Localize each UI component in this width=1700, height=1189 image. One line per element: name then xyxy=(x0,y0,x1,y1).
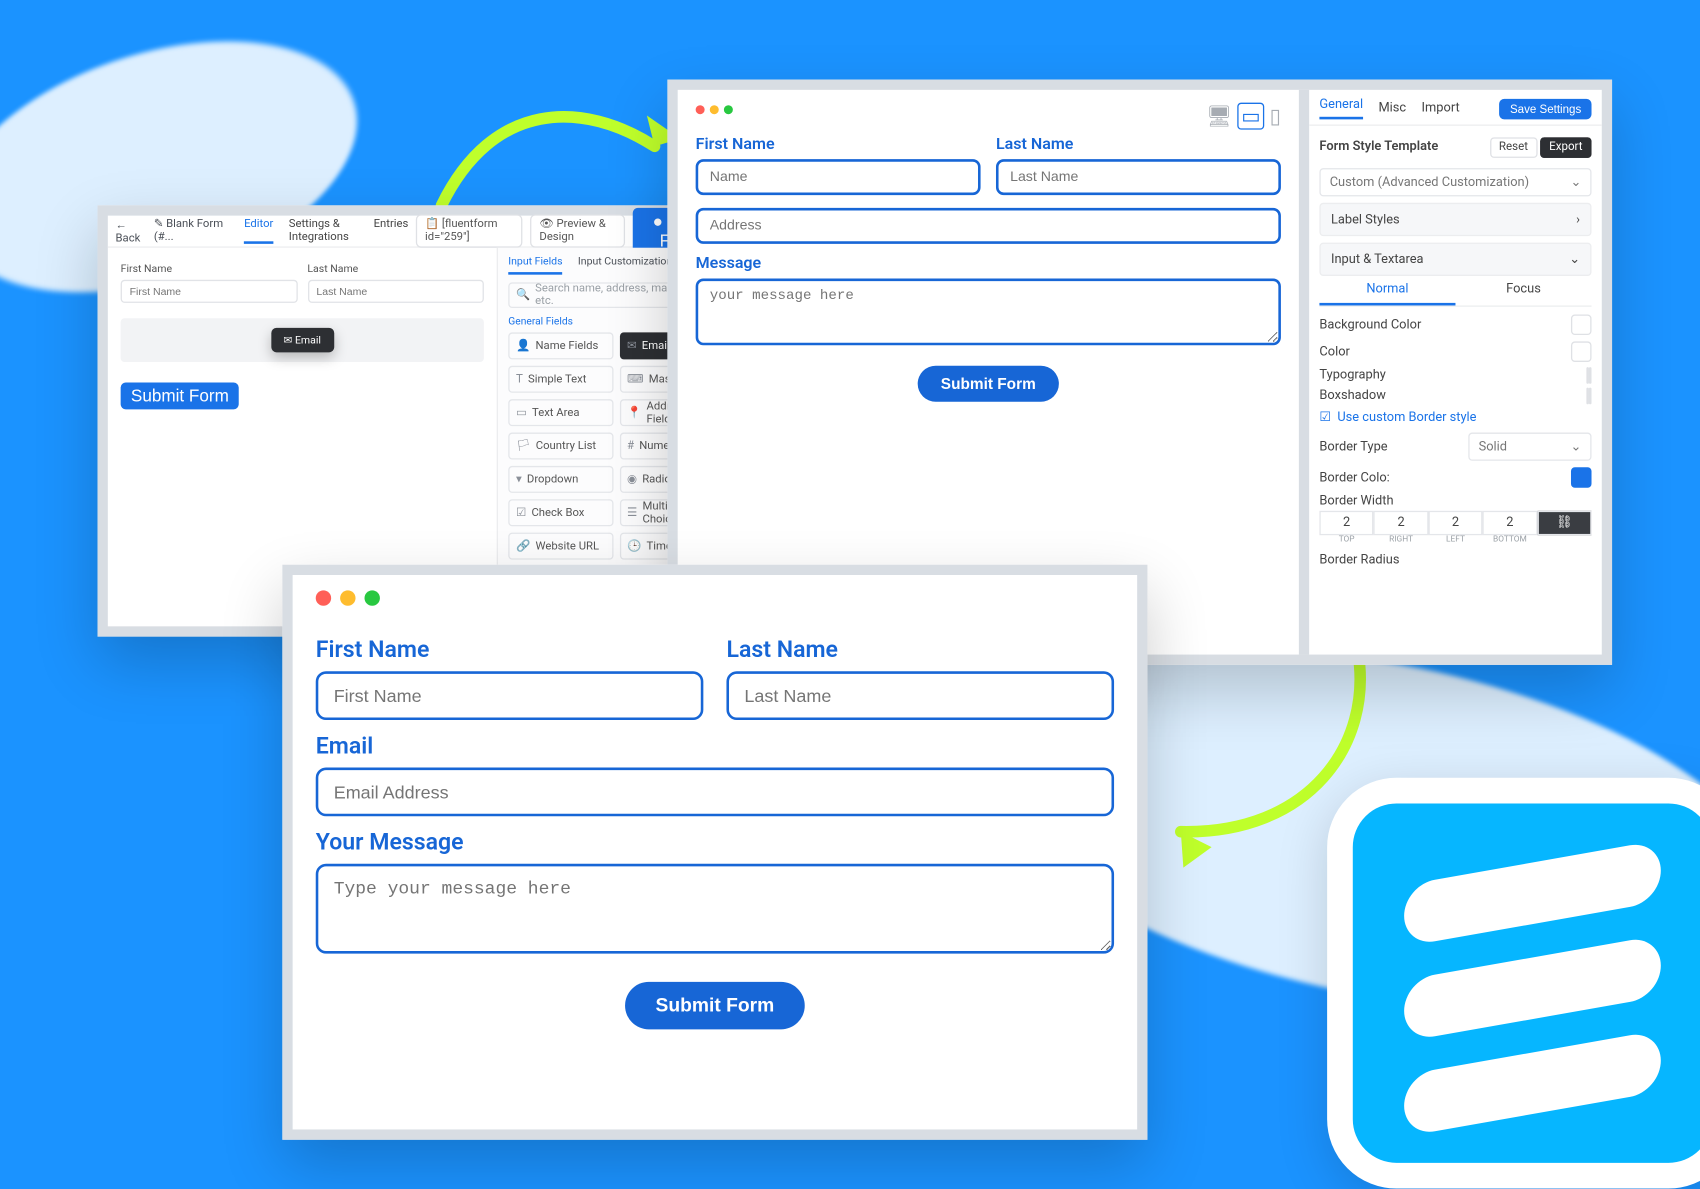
first-name-input[interactable] xyxy=(696,159,981,195)
subtab-focus[interactable]: Focus xyxy=(1456,282,1592,305)
submit-button[interactable]: Submit Form xyxy=(121,382,239,409)
subtab-normal[interactable]: Normal xyxy=(1320,282,1456,305)
window-controls xyxy=(696,105,733,114)
tab-entries[interactable]: Entries xyxy=(374,218,409,244)
field-chip-name-fields[interactable]: 👤Name Fields xyxy=(509,332,614,359)
field-icon: 🔗 xyxy=(516,540,530,553)
last-name-label: Last Name xyxy=(308,263,484,276)
reset-icon[interactable] xyxy=(1589,388,1592,405)
window-controls xyxy=(316,590,1114,605)
tab-misc[interactable]: Misc xyxy=(1379,101,1407,115)
reset-icon[interactable] xyxy=(1589,367,1592,384)
bg-color-label: Background Color xyxy=(1320,318,1422,332)
border-width-controls[interactable]: 2TOP 2RIGHT 2LEFT 2BOTTOM ⛓ xyxy=(1320,511,1592,535)
last-name-input[interactable] xyxy=(996,159,1281,195)
submit-button[interactable]: Submit Form xyxy=(625,982,805,1029)
drop-zone[interactable]: ✉ Email xyxy=(121,318,484,362)
email-input[interactable] xyxy=(316,768,1114,817)
dragging-field-email[interactable]: ✉ Email xyxy=(271,328,334,352)
field-chip-country-list[interactable]: 🏳Country List xyxy=(509,433,614,460)
accordion-input-textarea[interactable]: Input & Textarea⌄ xyxy=(1320,243,1592,276)
accordion-label-styles[interactable]: Label Styles› xyxy=(1320,203,1592,236)
border-width-label: Border Width xyxy=(1320,494,1592,508)
field-icon: ☰ xyxy=(627,506,637,519)
final-form-panel: First Name Last Name Email Your Message … xyxy=(283,565,1148,1140)
field-icon: 🕒 xyxy=(627,540,641,553)
fluent-logo xyxy=(1327,778,1700,1189)
arrow-icon xyxy=(429,62,686,216)
first-name-input[interactable] xyxy=(121,280,297,303)
field-icon: 📍 xyxy=(627,406,641,419)
field-chip-website-url[interactable]: 🔗Website URL xyxy=(509,533,614,560)
message-textarea[interactable] xyxy=(316,864,1114,954)
message-textarea[interactable] xyxy=(696,279,1281,346)
field-icon: ◉ xyxy=(627,473,637,486)
last-name-label: Last Name xyxy=(727,637,1115,664)
custom-border-checkbox[interactable]: ☑ Use custom Border style xyxy=(1320,411,1592,425)
chevron-down-icon: ⌄ xyxy=(1571,175,1582,189)
email-input[interactable] xyxy=(696,208,1281,244)
field-icon: ▾ xyxy=(516,473,522,486)
message-label: Your Message xyxy=(316,829,1114,856)
first-name-label: First Name xyxy=(316,637,704,664)
first-name-label: First Name xyxy=(121,263,297,276)
field-chip-simple-text[interactable]: TSimple Text xyxy=(509,366,614,393)
template-select[interactable]: Custom (Advanced Customization)⌄ xyxy=(1320,168,1592,196)
back-button[interactable]: ← Back xyxy=(116,218,147,245)
shortcode-pill[interactable]: 📋 [fluentform id="259"] xyxy=(416,214,523,247)
reset-button[interactable]: Reset xyxy=(1490,137,1537,158)
last-name-label: Last Name xyxy=(996,135,1281,154)
tab-settings[interactable]: Settings & Integrations xyxy=(289,218,358,244)
tab-editor[interactable]: Editor xyxy=(244,218,273,244)
field-icon: # xyxy=(627,440,634,453)
field-icon: ✉ xyxy=(627,339,637,352)
field-chip-dropdown[interactable]: ▾Dropdown xyxy=(509,466,614,493)
border-radius-label: Border Radius xyxy=(1320,553,1592,567)
breadcrumb[interactable]: ✎ Blank Form (#... xyxy=(154,218,226,244)
border-color-swatch[interactable] xyxy=(1571,467,1592,488)
border-type-select[interactable]: Solid⌄ xyxy=(1469,433,1592,461)
first-name-label: First Name xyxy=(696,135,981,154)
boxshadow-label: Boxshadow xyxy=(1320,389,1386,403)
field-icon: ☑ xyxy=(516,506,526,519)
border-color-label: Border Colo: xyxy=(1320,470,1390,484)
last-name-input[interactable] xyxy=(727,671,1115,720)
submit-button[interactable]: Submit Form xyxy=(918,366,1059,402)
preview-button[interactable]: 👁 Preview & Design xyxy=(531,214,626,247)
tab-input-fields[interactable]: Input Fields xyxy=(509,255,563,274)
message-label: Message xyxy=(696,254,1281,273)
field-chip-check-box[interactable]: ☑Check Box xyxy=(509,499,614,526)
color-picker-icon[interactable] xyxy=(1571,314,1592,335)
field-icon: 🏳 xyxy=(516,440,531,453)
color-picker-icon[interactable] xyxy=(1571,341,1592,362)
border-type-label: Border Type xyxy=(1320,440,1388,454)
tab-input-customization[interactable]: Input Customization xyxy=(578,255,672,274)
color-label: Color xyxy=(1320,345,1350,359)
email-label: Email xyxy=(316,733,1114,760)
device-switcher[interactable]: 🖥 ▭ ▯ xyxy=(1206,103,1281,130)
chevron-down-icon: ⌄ xyxy=(1570,252,1581,266)
last-name-input[interactable] xyxy=(308,280,484,303)
typography-label: Typography xyxy=(1320,368,1386,382)
link-sides-icon[interactable]: ⛓ xyxy=(1537,511,1591,535)
field-icon: ⌨ xyxy=(627,373,644,386)
first-name-input[interactable] xyxy=(316,671,704,720)
style-template-title: Form Style Template xyxy=(1320,140,1439,154)
field-icon: T xyxy=(516,373,523,386)
field-icon: ▭ xyxy=(516,406,527,419)
field-icon: 👤 xyxy=(516,339,530,352)
tab-import[interactable]: Import xyxy=(1422,101,1460,115)
field-chip-text-area[interactable]: ▭Text Area xyxy=(509,399,614,426)
export-button[interactable]: Export xyxy=(1541,137,1592,158)
chevron-right-icon: › xyxy=(1576,212,1580,226)
save-settings-button[interactable]: Save Settings xyxy=(1500,98,1592,119)
tab-general[interactable]: General xyxy=(1320,98,1364,120)
